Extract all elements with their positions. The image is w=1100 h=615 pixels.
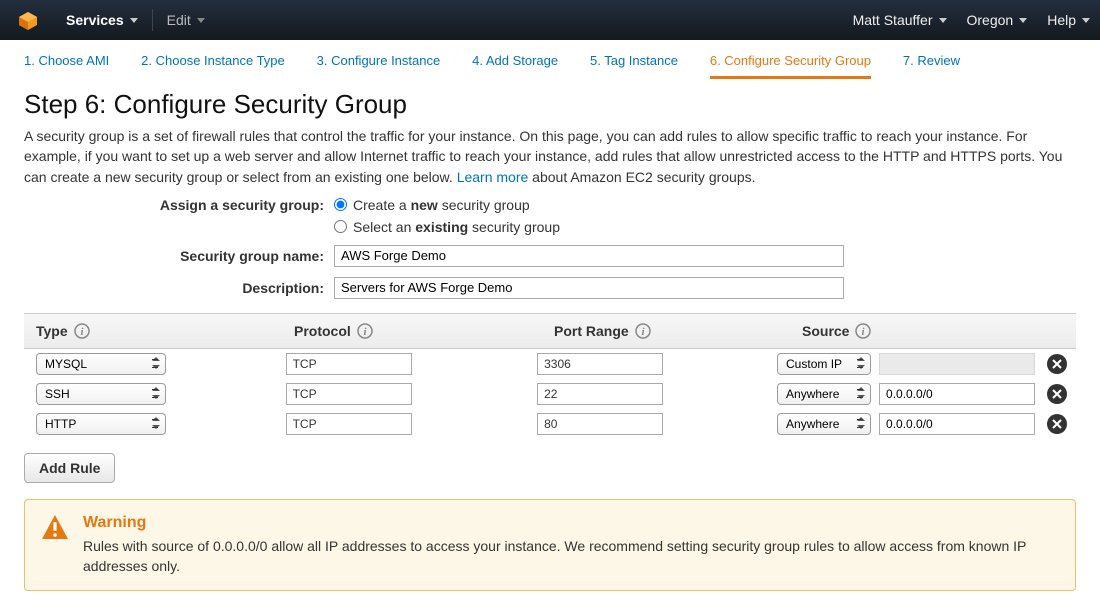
type-select[interactable]: MYSQL [36, 353, 166, 375]
warning-body: Warning Rules with source of 0.0.0.0/0 a… [83, 514, 1059, 577]
warning-title: Warning [83, 514, 1059, 532]
name-label: Security group name: [24, 248, 334, 264]
delete-rule-button[interactable] [1047, 384, 1067, 404]
table-header: Typei Protocoli Port Rangei Sourcei [24, 313, 1076, 349]
warning-box: Warning Rules with source of 0.0.0.0/0 a… [24, 499, 1076, 592]
updown-icon [152, 416, 160, 430]
radio-create-new-label: Create a new security group [353, 197, 530, 213]
aws-logo-icon [14, 9, 42, 31]
warning-message: Rules with source of 0.0.0.0/0 allow all… [83, 536, 1059, 577]
col-protocol: Protocoli [282, 323, 542, 339]
info-icon[interactable]: i [635, 323, 651, 339]
tab-configure-instance[interactable]: 3. Configure Instance [317, 53, 441, 76]
tab-choose-instance-type[interactable]: 2. Choose Instance Type [141, 53, 285, 76]
wizard-tabs: 1. Choose AMI 2. Choose Instance Type 3.… [0, 40, 1100, 79]
desc-text-2: about Amazon EC2 security groups. [528, 169, 755, 185]
help-label: Help [1047, 12, 1076, 28]
source-mode-select[interactable]: Anywhere [777, 413, 871, 435]
updown-icon [152, 386, 160, 400]
learn-more-link[interactable]: Learn more [457, 169, 529, 185]
svg-text:i: i [862, 326, 866, 338]
caret-down-icon [1019, 18, 1027, 23]
info-icon[interactable]: i [74, 323, 90, 339]
protocol-field [286, 413, 412, 435]
security-group-name-row: Security group name: [24, 245, 1076, 267]
top-nav: Services Edit Matt Stauffer Oregon Help [0, 0, 1100, 40]
close-icon [1052, 416, 1062, 432]
page-description: A security group is a set of firewall ru… [24, 126, 1076, 187]
svg-text:i: i [641, 326, 645, 338]
close-icon [1052, 386, 1062, 402]
page-content: Step 6: Configure Security Group A secur… [0, 79, 1100, 615]
radio-create-new-input[interactable] [334, 198, 347, 211]
edit-menu[interactable]: Edit [157, 0, 215, 40]
tab-tag-instance[interactable]: 5. Tag Instance [590, 53, 678, 76]
tab-add-storage[interactable]: 4. Add Storage [472, 53, 558, 76]
updown-icon [857, 356, 865, 370]
caret-down-icon [939, 18, 947, 23]
port-field [537, 383, 663, 405]
assign-security-group-row: Assign a security group: Create a new se… [24, 197, 1076, 213]
add-rule-button[interactable]: Add Rule [24, 453, 115, 483]
type-select[interactable]: HTTP [36, 413, 166, 435]
table-row: MYSQL Custom IP [24, 349, 1076, 379]
info-icon[interactable]: i [855, 323, 871, 339]
page-title: Step 6: Configure Security Group [24, 89, 1076, 120]
user-menu[interactable]: Matt Stauffer [843, 0, 957, 40]
region-label: Oregon [967, 12, 1014, 28]
port-field [537, 353, 663, 375]
protocol-field [286, 353, 412, 375]
caret-down-icon [130, 18, 138, 23]
protocol-field [286, 383, 412, 405]
rules-table: Typei Protocoli Port Rangei Sourcei MYSQ… [24, 313, 1076, 439]
svg-text:i: i [80, 326, 84, 338]
caret-down-icon [1082, 18, 1090, 23]
tab-choose-ami[interactable]: 1. Choose AMI [24, 53, 109, 76]
nav-separator [152, 9, 153, 31]
region-menu[interactable]: Oregon [957, 0, 1038, 40]
radio-select-existing-label: Select an existing security group [353, 219, 560, 235]
security-group-desc-input[interactable] [334, 277, 844, 299]
security-group-desc-row: Description: [24, 277, 1076, 299]
services-label: Services [66, 12, 124, 28]
close-icon [1052, 356, 1062, 372]
updown-icon [857, 386, 865, 400]
assign-label: Assign a security group: [24, 197, 334, 213]
delete-rule-button[interactable] [1047, 354, 1067, 374]
source-mode-select[interactable]: Custom IP [777, 353, 871, 375]
source-value-input[interactable] [879, 383, 1035, 405]
desc-label: Description: [24, 280, 334, 296]
caret-down-icon [197, 18, 205, 23]
source-value-input[interactable] [879, 353, 1035, 375]
updown-icon [857, 416, 865, 430]
info-icon[interactable]: i [357, 323, 373, 339]
tab-configure-security-group[interactable]: 6. Configure Security Group [710, 53, 871, 79]
tab-review[interactable]: 7. Review [903, 53, 960, 76]
table-row: SSH Anywhere [24, 379, 1076, 409]
security-group-name-input[interactable] [334, 245, 844, 267]
col-port-range: Port Rangei [542, 323, 790, 339]
radio-create-new[interactable]: Create a new security group [334, 197, 1076, 213]
add-rule-wrap: Add Rule [24, 453, 1076, 483]
source-value-input[interactable] [879, 413, 1035, 435]
delete-rule-button[interactable] [1047, 414, 1067, 434]
radio-select-existing[interactable]: Select an existing security group [334, 219, 1076, 235]
svg-text:i: i [363, 326, 367, 338]
user-label: Matt Stauffer [853, 12, 933, 28]
type-select[interactable]: SSH [36, 383, 166, 405]
help-menu[interactable]: Help [1037, 0, 1100, 40]
radio-select-existing-input[interactable] [334, 220, 347, 233]
warning-icon [41, 514, 69, 577]
source-mode-select[interactable]: Anywhere [777, 383, 871, 405]
col-type: Typei [24, 323, 282, 339]
updown-icon [152, 356, 160, 370]
table-row: HTTP Anywhere [24, 409, 1076, 439]
edit-label: Edit [167, 12, 191, 28]
services-menu[interactable]: Services [56, 0, 148, 40]
port-field [537, 413, 663, 435]
col-source: Sourcei [790, 323, 1034, 339]
